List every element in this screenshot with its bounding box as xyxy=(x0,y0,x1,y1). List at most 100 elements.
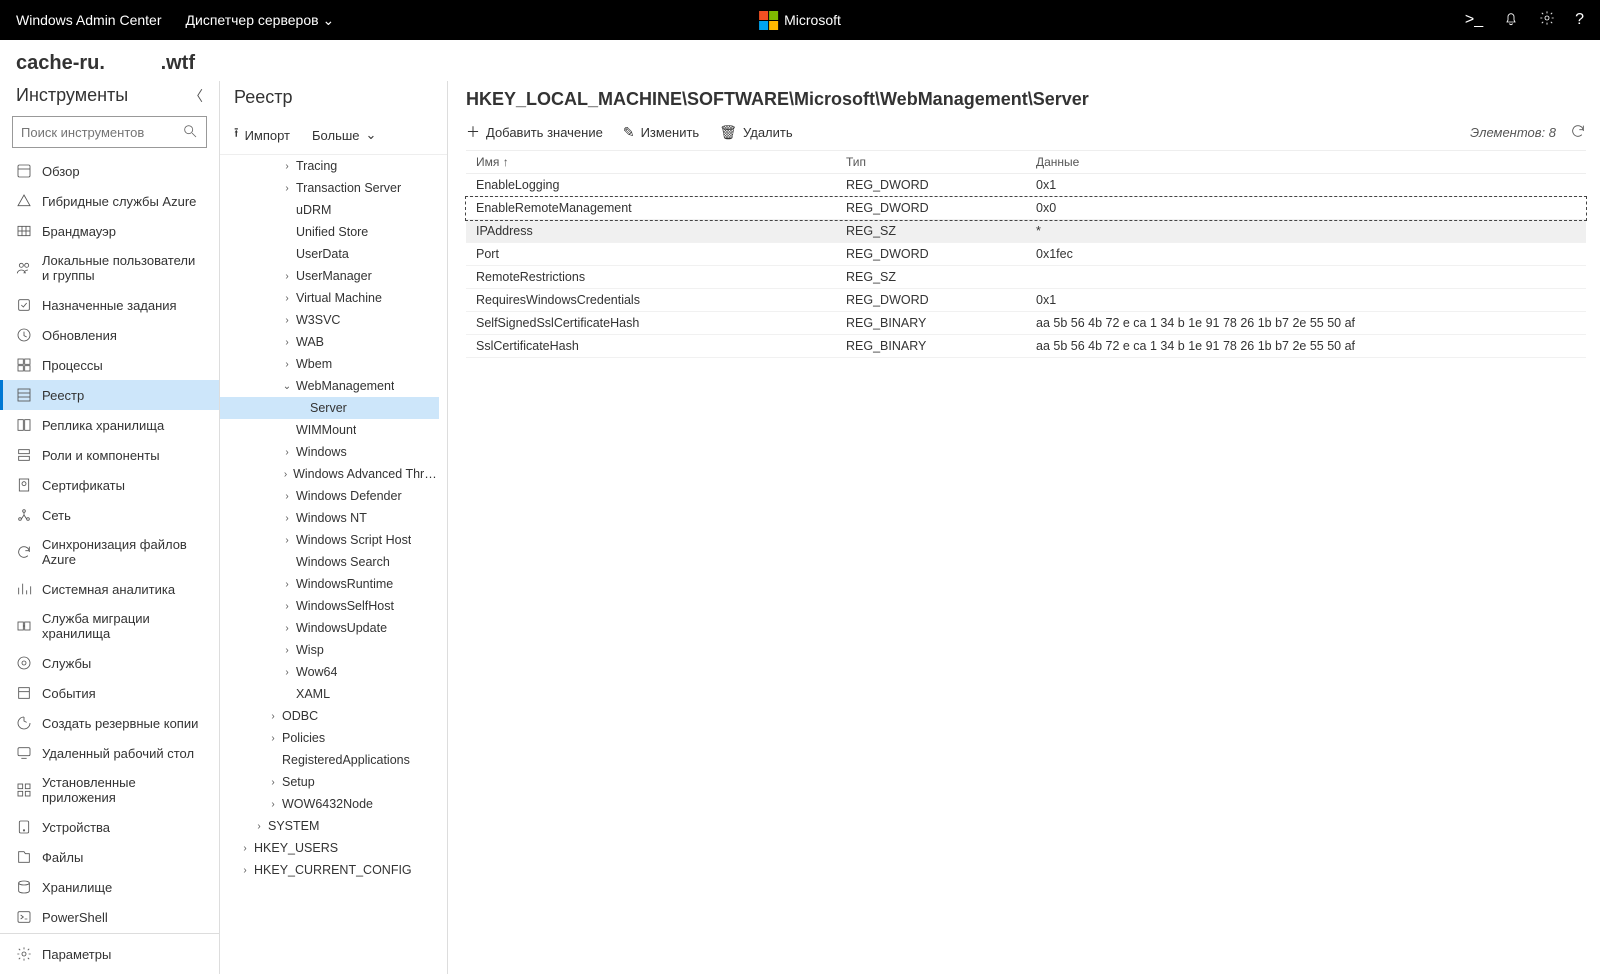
help-icon[interactable]: ? xyxy=(1575,11,1584,29)
chevron-right-icon[interactable]: › xyxy=(282,513,292,524)
tree-node[interactable]: ›Policies xyxy=(220,727,447,749)
chevron-right-icon[interactable]: › xyxy=(282,161,292,172)
tool-item-apps[interactable]: Установленные приложения xyxy=(0,768,219,812)
chevron-right-icon[interactable]: › xyxy=(282,623,292,634)
delete-button[interactable]: 🗑 Удалить xyxy=(719,122,792,142)
tree-node[interactable]: Server xyxy=(220,397,447,419)
tool-item-sync[interactable]: Синхронизация файлов Azure xyxy=(0,530,219,574)
chevron-right-icon[interactable]: › xyxy=(282,337,292,348)
notifications-icon[interactable] xyxy=(1503,10,1519,31)
import-button[interactable]: ⭱ Импорт xyxy=(234,124,290,146)
chevron-down-icon[interactable]: ⌄ xyxy=(282,381,292,392)
tree-node[interactable]: ›Windows Advanced Threat Protection xyxy=(220,463,447,485)
settings-icon[interactable] xyxy=(1539,10,1555,31)
tool-item-analytics[interactable]: Системная аналитика xyxy=(0,574,219,604)
col-type[interactable]: Тип xyxy=(846,155,1036,169)
tree-node[interactable]: ›ODBC xyxy=(220,705,447,727)
tree-node[interactable]: ›Windows Script Host xyxy=(220,529,447,551)
chevron-right-icon[interactable]: › xyxy=(254,821,264,832)
tree-node[interactable]: ›HKEY_USERS xyxy=(220,837,447,859)
chevron-right-icon[interactable]: › xyxy=(268,711,278,722)
chevron-right-icon[interactable]: › xyxy=(282,183,292,194)
tree-node[interactable]: ›Wbem xyxy=(220,353,447,375)
table-row[interactable]: EnableRemoteManagementREG_DWORD0x0 xyxy=(466,197,1586,220)
tree-node[interactable]: ›HKEY_CURRENT_CONFIG xyxy=(220,859,447,881)
tree-node[interactable]: ›Transaction Server xyxy=(220,177,447,199)
tool-item-backup[interactable]: Создать резервные копии xyxy=(0,708,219,738)
collapse-tools-icon[interactable]: 〈 xyxy=(189,86,203,106)
tree-node[interactable]: ›WAB xyxy=(220,331,447,353)
chevron-right-icon[interactable]: › xyxy=(282,447,292,458)
tree-node[interactable]: ›WindowsRuntime xyxy=(220,573,447,595)
server-manager-dropdown[interactable]: Диспетчер серверов ⌄ xyxy=(186,12,335,29)
tree-node[interactable]: ›Windows xyxy=(220,441,447,463)
tree-node[interactable]: ›Wisp xyxy=(220,639,447,661)
tree-node[interactable]: ›Windows NT xyxy=(220,507,447,529)
scrollbar-thumb[interactable] xyxy=(439,701,446,811)
console-icon[interactable]: >_ xyxy=(1465,11,1483,29)
chevron-right-icon[interactable]: › xyxy=(268,799,278,810)
tool-item-files[interactable]: Файлы xyxy=(0,842,219,872)
tool-item-firewall[interactable]: Брандмауэр xyxy=(0,216,219,246)
chevron-right-icon[interactable]: › xyxy=(282,359,292,370)
tree-node[interactable]: ›SYSTEM xyxy=(220,815,447,837)
tree-node[interactable]: UserData xyxy=(220,243,447,265)
table-row[interactable]: RequiresWindowsCredentialsREG_DWORD0x1 xyxy=(466,289,1586,312)
tool-item-migration[interactable]: Служба миграции хранилища xyxy=(0,604,219,648)
more-button[interactable]: Больше ⌄ xyxy=(312,124,376,146)
tools-search[interactable] xyxy=(12,116,207,148)
tree-node[interactable]: ⌄WebManagement xyxy=(220,375,447,397)
tree-node[interactable]: ›WindowsUpdate xyxy=(220,617,447,639)
tree-node[interactable]: ›W3SVC xyxy=(220,309,447,331)
tool-item-overview[interactable]: Обзор xyxy=(0,156,219,186)
chevron-right-icon[interactable]: › xyxy=(282,601,292,612)
chevron-right-icon[interactable]: › xyxy=(240,865,250,876)
tool-item-roles[interactable]: Роли и компоненты xyxy=(0,440,219,470)
col-data[interactable]: Данные xyxy=(1036,155,1576,169)
tools-settings[interactable]: Параметры xyxy=(0,933,219,974)
tree-node[interactable]: ›Virtual Machine xyxy=(220,287,447,309)
add-value-button[interactable]: ＋ Добавить значение xyxy=(466,122,603,142)
tool-item-updates[interactable]: Обновления xyxy=(0,320,219,350)
tree-node[interactable]: ›Setup xyxy=(220,771,447,793)
chevron-right-icon[interactable]: › xyxy=(282,469,289,480)
tool-item-users[interactable]: Локальные пользователи и группы xyxy=(0,246,219,290)
chevron-right-icon[interactable]: › xyxy=(282,535,292,546)
tree-node[interactable]: uDRM xyxy=(220,199,447,221)
tool-item-network[interactable]: Сеть xyxy=(0,500,219,530)
chevron-right-icon[interactable]: › xyxy=(282,667,292,678)
tool-item-registry[interactable]: Реестр xyxy=(0,380,219,410)
tree-node[interactable]: ›Wow64 xyxy=(220,661,447,683)
table-row[interactable]: IPAddressREG_SZ* xyxy=(466,220,1586,243)
tree-node[interactable]: ›UserManager xyxy=(220,265,447,287)
chevron-right-icon[interactable]: › xyxy=(282,491,292,502)
table-row[interactable]: SelfSignedSslCertificateHashREG_BINARYaa… xyxy=(466,312,1586,335)
refresh-icon[interactable] xyxy=(1570,123,1586,142)
tool-item-azure[interactable]: Гибридные службы Azure xyxy=(0,186,219,216)
chevron-right-icon[interactable]: › xyxy=(282,645,292,656)
tool-item-certs[interactable]: Сертификаты xyxy=(0,470,219,500)
tool-item-services[interactable]: Службы xyxy=(0,648,219,678)
chevron-right-icon[interactable]: › xyxy=(268,777,278,788)
table-row[interactable]: SslCertificateHashREG_BINARYaa 5b 56 4b … xyxy=(466,335,1586,358)
chevron-right-icon[interactable]: › xyxy=(282,293,292,304)
tool-item-replica[interactable]: Реплика хранилища xyxy=(0,410,219,440)
tool-item-tasks[interactable]: Назначенные задания xyxy=(0,290,219,320)
tree-node[interactable]: ›WOW6432Node xyxy=(220,793,447,815)
tree-node[interactable]: ›Windows Defender xyxy=(220,485,447,507)
tree-node[interactable]: WIMMount xyxy=(220,419,447,441)
tree-node[interactable]: XAML xyxy=(220,683,447,705)
tool-item-storage[interactable]: Хранилище xyxy=(0,872,219,902)
tree-node[interactable]: ›WindowsSelfHost xyxy=(220,595,447,617)
col-name[interactable]: Имя ↑ xyxy=(476,155,846,169)
chevron-right-icon[interactable]: › xyxy=(240,843,250,854)
tool-item-rdp[interactable]: Удаленный рабочий стол xyxy=(0,738,219,768)
chevron-right-icon[interactable]: › xyxy=(282,271,292,282)
tool-item-processes[interactable]: Процессы xyxy=(0,350,219,380)
chevron-right-icon[interactable]: › xyxy=(282,579,292,590)
table-row[interactable]: PortREG_DWORD0x1fec xyxy=(466,243,1586,266)
tool-item-events[interactable]: События xyxy=(0,678,219,708)
search-input[interactable] xyxy=(21,125,182,140)
tree-node[interactable]: RegisteredApplications xyxy=(220,749,447,771)
chevron-right-icon[interactable]: › xyxy=(268,733,278,744)
